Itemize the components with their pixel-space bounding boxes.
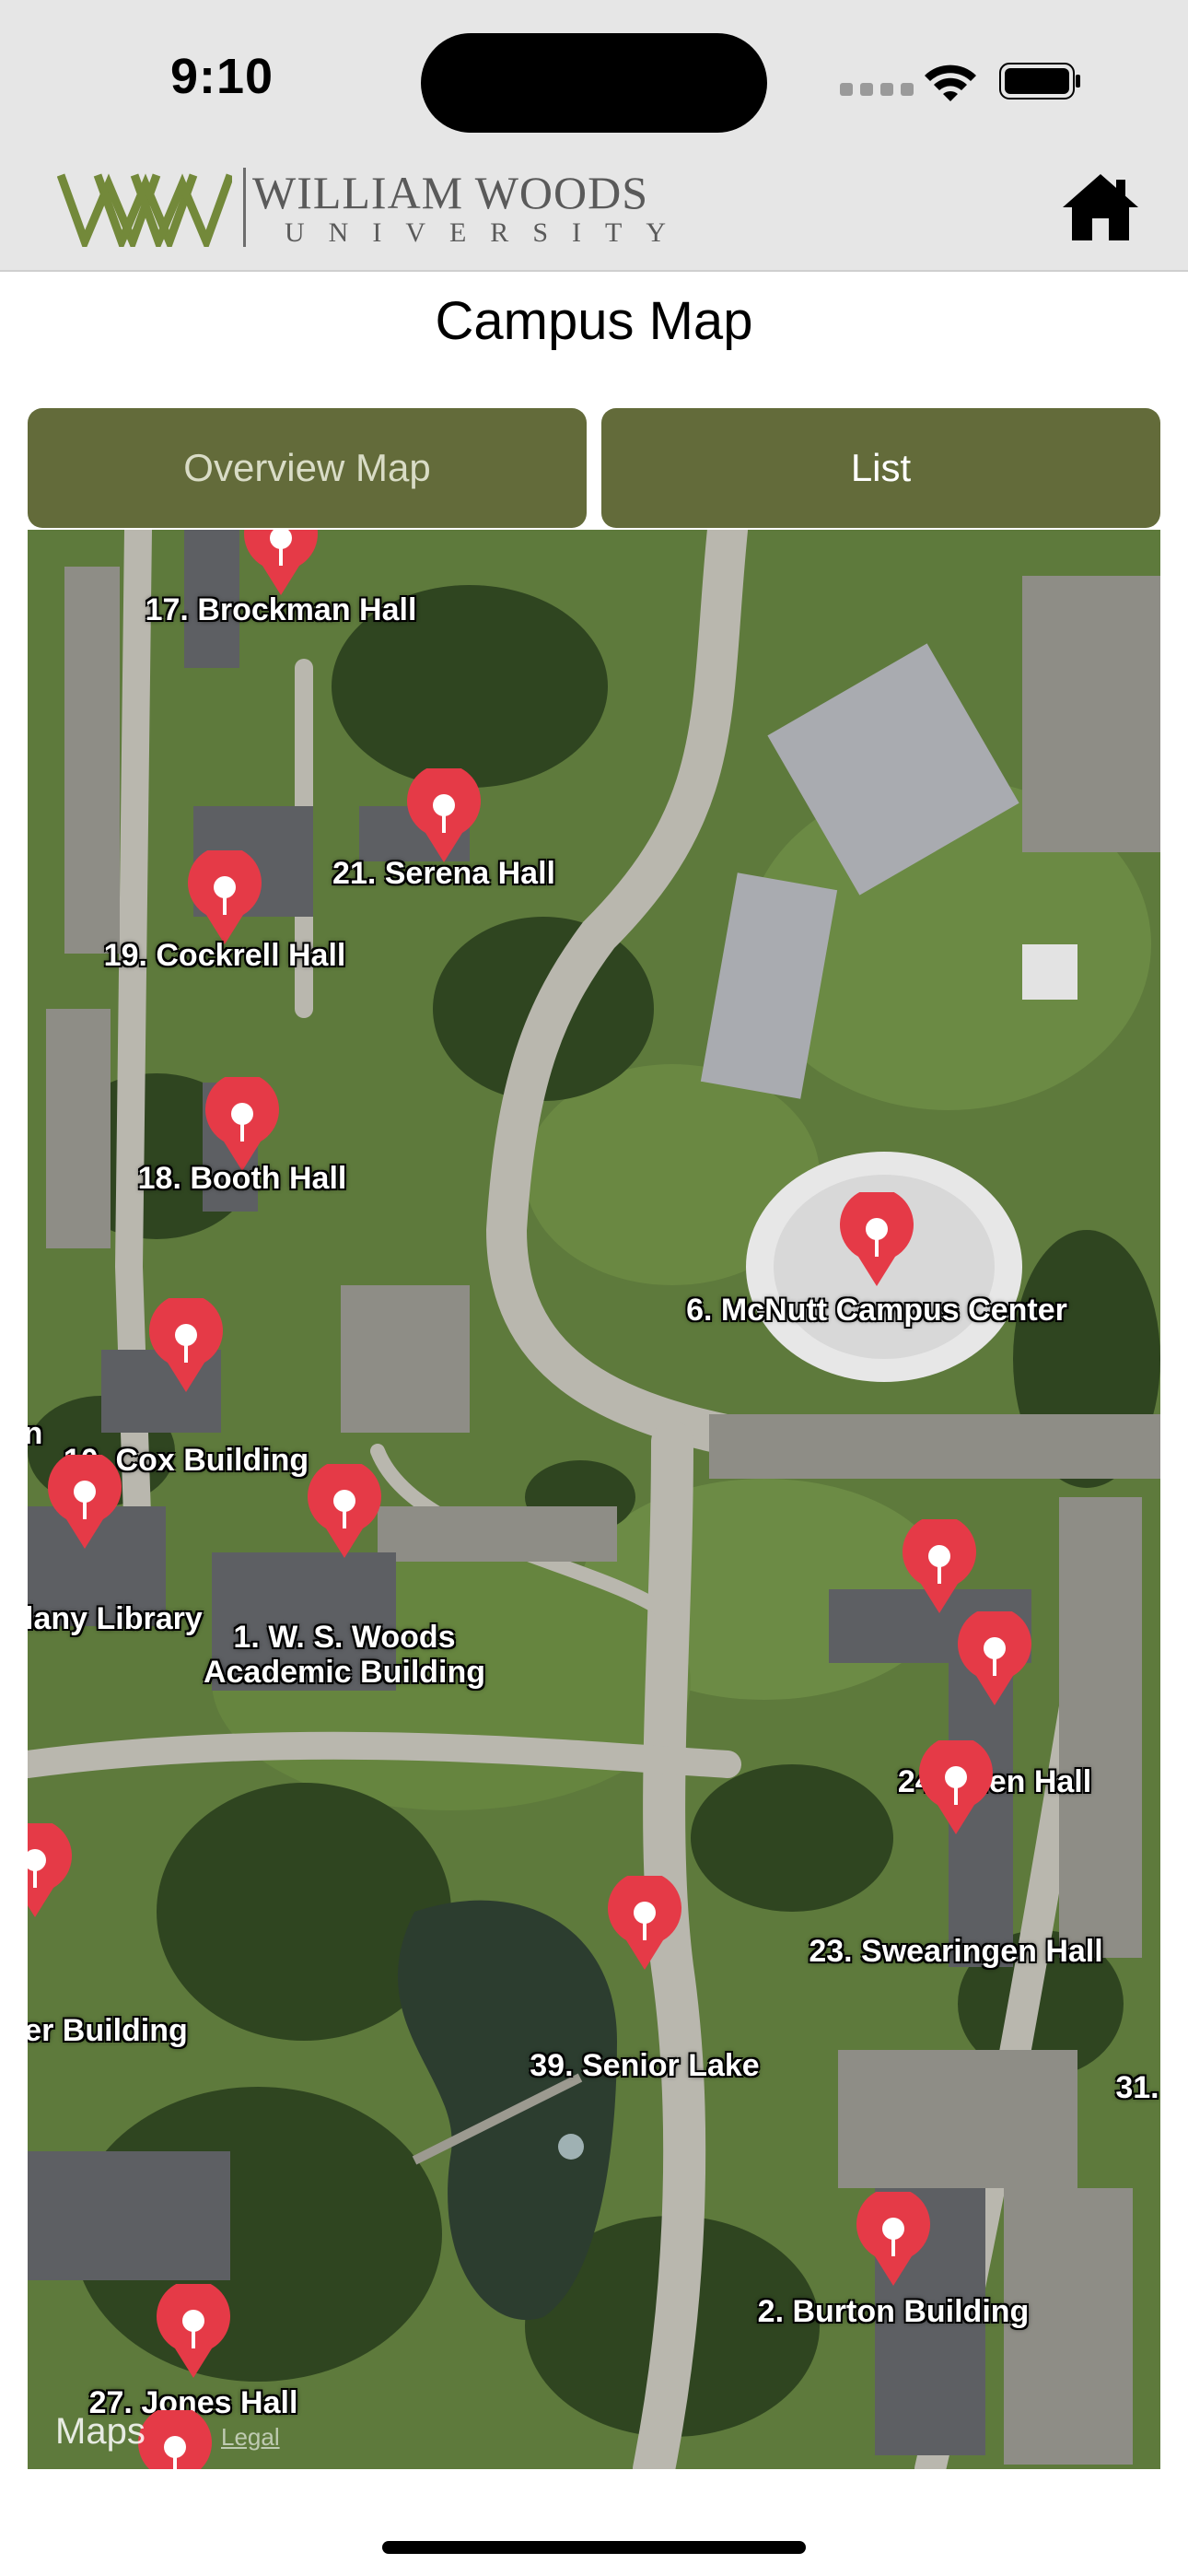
pin-label: 31. <box>1115 2070 1159 2105</box>
logo-title: WILLIAM WOODS <box>252 167 649 218</box>
battery-icon <box>999 63 1080 100</box>
pin-label: 21. Serena Hall <box>332 856 555 891</box>
status-time: 9:10 <box>170 49 274 104</box>
pin-label: n <box>28 1416 43 1451</box>
home-icon[interactable] <box>1059 170 1142 244</box>
list-button[interactable]: List <box>601 408 1160 528</box>
www-logo-mark-icon <box>57 173 232 247</box>
pin-label: 17. Brockman Hall <box>145 592 417 627</box>
university-logo: WILLIAM WOODS UNIVERSITY <box>57 166 683 249</box>
map-pin-icon[interactable] <box>186 850 263 946</box>
campus-map[interactable]: 17. Brockman Hall 21. Serena Hall 19. Co… <box>28 530 1160 2469</box>
pin-label: 18. Booth Hall <box>137 1161 347 1196</box>
pin-label: 23. Swearingen Hall <box>809 1934 1103 1969</box>
satellite-imagery <box>28 530 1160 2469</box>
app-header: 9:10 WILLIAM WOODS UNIVERSITY <box>0 0 1188 272</box>
map-pin-icon[interactable] <box>855 2192 932 2288</box>
pin-label: ulany Library <box>28 1601 203 1636</box>
pin-label: 19. Cockrell Hall <box>103 938 346 973</box>
pin-label: 1. W. S. Woods Academic Building <box>203 1620 486 1690</box>
map-pin-icon[interactable] <box>147 1298 225 1394</box>
apple-maps-logo: Maps <box>55 2411 146 2452</box>
map-pin-icon[interactable] <box>606 1876 683 1972</box>
map-pin-icon[interactable] <box>901 1519 978 1615</box>
pin-label: 39. Senior Lake <box>530 2048 760 2083</box>
home-indicator[interactable] <box>382 2541 806 2554</box>
map-pin-icon[interactable] <box>155 2284 232 2380</box>
map-pin-icon[interactable] <box>28 1823 74 1919</box>
map-pin-icon[interactable] <box>242 530 320 597</box>
map-pin-icon[interactable] <box>956 1611 1033 1707</box>
legal-link[interactable]: Legal <box>221 2423 280 2452</box>
dynamic-island <box>421 33 767 133</box>
map-pin-icon[interactable] <box>405 768 483 864</box>
map-pin-icon[interactable] <box>136 2410 214 2469</box>
pin-label: er Building <box>28 2013 188 2048</box>
map-pin-icon[interactable] <box>838 1192 915 1288</box>
logo-divider <box>243 168 246 247</box>
pin-label: 6. McNutt Campus Center <box>686 1293 1067 1328</box>
page-title: Campus Map <box>435 291 753 351</box>
logo-subtitle: UNIVERSITY <box>285 217 690 248</box>
pin-label: 2. Burton Building <box>757 2294 1030 2329</box>
overview-map-button[interactable]: Overview Map <box>28 408 587 528</box>
wifi-icon <box>925 64 976 101</box>
map-pin-icon[interactable] <box>917 1740 995 1836</box>
cellular-signal-icon <box>840 83 914 96</box>
map-pin-icon[interactable] <box>46 1455 123 1551</box>
map-pin-icon[interactable] <box>306 1464 383 1560</box>
map-pin-icon[interactable] <box>204 1077 281 1173</box>
